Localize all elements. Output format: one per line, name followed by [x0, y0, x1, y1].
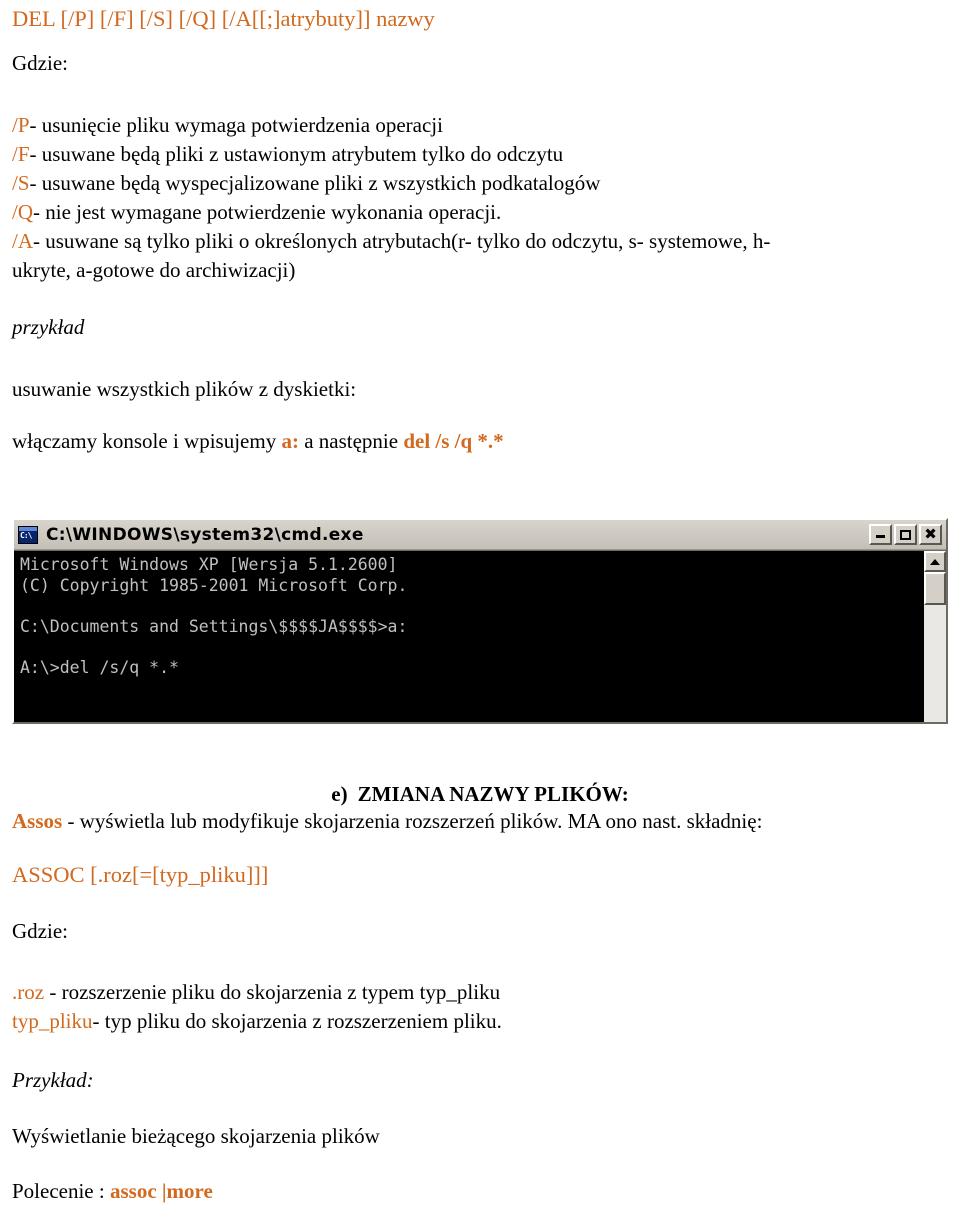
maximize-icon [896, 526, 915, 543]
polecenie-value: assoc |more [109, 1179, 213, 1203]
console-title: C:\WINDOWS\system32\cmd.exe [46, 524, 364, 545]
param-name: .roz [12, 980, 45, 1004]
switch-flag: /A [12, 229, 33, 253]
assoc-gdzie-label: Gdzie: [12, 919, 68, 943]
param-desc: - typ pliku do skojarzenia z rozszerzeni… [92, 1009, 502, 1033]
scrollbar-thumb[interactable] [924, 572, 946, 605]
assoc-command-description: Assos - wyświetla lub modyfikuje skojarz… [12, 809, 763, 834]
switch-flag: /S [12, 171, 30, 195]
assoc-polecenie-line: Polecenie : assoc |more [12, 1179, 213, 1204]
console-screen-text[interactable]: Microsoft Windows XP [Wersja 5.1.2600] (… [14, 551, 924, 722]
del-example-step: włączamy konsole i wpisujemy a: a następ… [12, 429, 504, 453]
del-switch-f: /F- usuwane będą pliki z ustawionym atry… [12, 143, 563, 165]
console-body: Microsoft Windows XP [Wersja 5.1.2600] (… [14, 550, 946, 722]
minimize-button[interactable] [869, 524, 892, 545]
maximize-button[interactable] [894, 524, 917, 545]
scroll-up-button[interactable] [924, 551, 946, 572]
console-titlebar[interactable]: C:\ C:\WINDOWS\system32\cmd.exe ✖ [14, 520, 946, 550]
heading-text: ZMIANA NAZWY PLIKÓW: [357, 782, 629, 806]
assoc-command-desc: - wyświetla lub modyfikuje skojarzenia r… [62, 809, 763, 833]
del-switch-s: /S- usuwane będą wyspecjalizowane pliki … [12, 172, 600, 194]
close-icon: ✖ [924, 525, 937, 543]
assoc-syntax-text: ASSOC [.roz[=[typ_pliku]]] [12, 862, 269, 887]
example-command-a: a: [281, 429, 299, 453]
cmd-console-window[interactable]: C:\ C:\WINDOWS\system32\cmd.exe ✖ Micros… [12, 518, 948, 724]
del-switch-a-continuation: ukryte, a-gotowe do archiwizacji) [12, 258, 296, 282]
del-switch-p: /P- usunięcie pliku wymaga potwierdzenia… [12, 114, 443, 136]
cmd-icon: C:\ [18, 525, 38, 544]
minimize-icon [871, 526, 890, 543]
chevron-up-icon [930, 558, 940, 565]
switch-flag: /Q [12, 200, 33, 224]
titlebar-buttons: ✖ [869, 524, 946, 545]
del-example-intro: usuwanie wszystkich plików z dyskietki: [12, 377, 357, 401]
switch-desc: - usuwane są tylko pliki o określonych a… [33, 229, 771, 253]
del-syntax-line: DEL [/P] [/F] [/S] [/Q] [/A[[;]atrybuty]… [12, 6, 435, 31]
assoc-param-roz: .roz - rozszerzenie pliku do skojarzenia… [12, 981, 500, 1003]
assoc-param-typ-pliku: typ_pliku- typ pliku do skojarzenia z ro… [12, 1010, 502, 1032]
cmd-icon-glyph: C:\ [20, 530, 32, 540]
document-page: DEL [/P] [/F] [/S] [/Q] [/A[[;]atrybuty]… [0, 0, 960, 1210]
del-switch-q: /Q- nie jest wymagane potwierdzenie wyko… [12, 201, 501, 223]
switch-desc: - nie jest wymagane potwierdzenie wykona… [33, 200, 502, 224]
polecenie-label: Polecenie : [12, 1179, 110, 1203]
switch-desc: - usuwane będą pliki z ustawionym atrybu… [29, 142, 564, 166]
console-scrollbar[interactable] [924, 551, 946, 722]
del-example-label: przykład [12, 315, 85, 339]
assoc-command-name: Assos [12, 809, 63, 833]
switch-flag: /F [12, 142, 30, 166]
del-syntax-text: DEL [/P] [/F] [/S] [/Q] [/A[[;]atrybuty]… [12, 6, 435, 31]
del-switch-a: /A- usuwane są tylko pliki o określonych… [12, 230, 770, 252]
param-desc: - rozszerzenie pliku do skojarzenia z ty… [44, 980, 501, 1004]
example-command-del: del /s /q *.* [403, 429, 504, 453]
assoc-example-desc: Wyświetlanie bieżącego skojarzenia plikó… [12, 1124, 380, 1148]
param-name: typ_pliku [12, 1009, 93, 1033]
assoc-section-heading: e) ZMIANA NAZWY PLIKÓW: [0, 782, 960, 807]
heading-marker: e) [331, 782, 348, 806]
assoc-syntax-line: ASSOC [.roz[=[typ_pliku]]] [12, 862, 268, 887]
switch-desc: - usuwane będą wyspecjalizowane pliki z … [29, 171, 601, 195]
scrollbar-track[interactable] [924, 605, 946, 722]
switch-desc: - usunięcie pliku wymaga potwierdzenia o… [29, 113, 443, 137]
del-gdzie-label: Gdzie: [12, 51, 68, 75]
close-button[interactable]: ✖ [919, 524, 942, 545]
switch-flag: /P [12, 113, 30, 137]
assoc-example-label: Przykład: [12, 1068, 94, 1092]
